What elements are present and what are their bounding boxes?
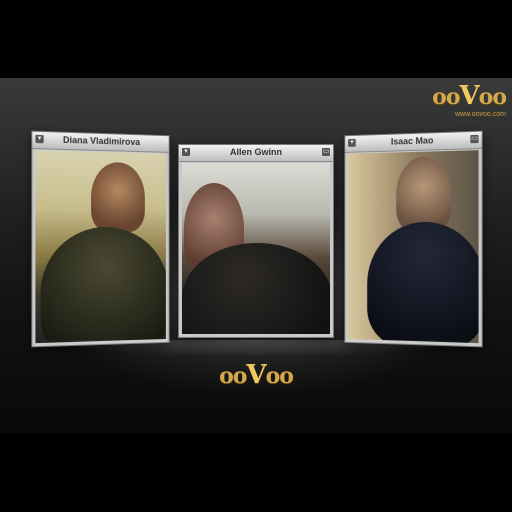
participant-name: Diana Vladimirova: [62, 134, 141, 148]
participant-name: Allen Gwinn: [229, 147, 282, 157]
video-call-stage: ooVoo www.oovoo.com ▾ Diana Vladimirova …: [0, 78, 512, 433]
video-panel-participant-2[interactable]: ▾ Allen Gwinn ▭: [178, 144, 334, 338]
video-panel-participant-1[interactable]: ▾ Diana Vladimirova: [31, 130, 170, 348]
logo-text-v: V: [459, 81, 480, 111]
brand-header: ooVoo www.oovoo.com: [432, 81, 507, 118]
minimize-icon[interactable]: ▭: [470, 134, 479, 144]
video-panel-titlebar[interactable]: ▾ Allen Gwinn ▭: [179, 145, 333, 162]
video-panel-participant-3[interactable]: ▾ Isaac Mao ▭: [344, 130, 483, 348]
video-feed: [348, 150, 479, 344]
logo-text-right: oo: [265, 363, 294, 389]
logo-text-left: oo: [432, 84, 460, 110]
oovoo-logo: ooVoo: [0, 360, 512, 390]
brand-footer: ooVoo: [0, 360, 512, 390]
panel-menu-icon[interactable]: ▾: [182, 148, 190, 156]
participant-name: Isaac Mao: [390, 135, 434, 147]
video-feed: [35, 150, 166, 344]
video-feed: [182, 163, 330, 334]
brand-url: www.oovoo.com: [455, 110, 506, 118]
logo-text-v: V: [246, 360, 266, 390]
minimize-icon[interactable]: ▭: [322, 148, 330, 156]
logo-text-left: oo: [219, 363, 247, 389]
logo-text-right: oo: [478, 84, 507, 110]
panel-menu-icon[interactable]: ▾: [348, 138, 356, 147]
oovoo-logo: ooVoo: [432, 81, 507, 111]
panel-menu-icon[interactable]: ▾: [35, 134, 44, 144]
